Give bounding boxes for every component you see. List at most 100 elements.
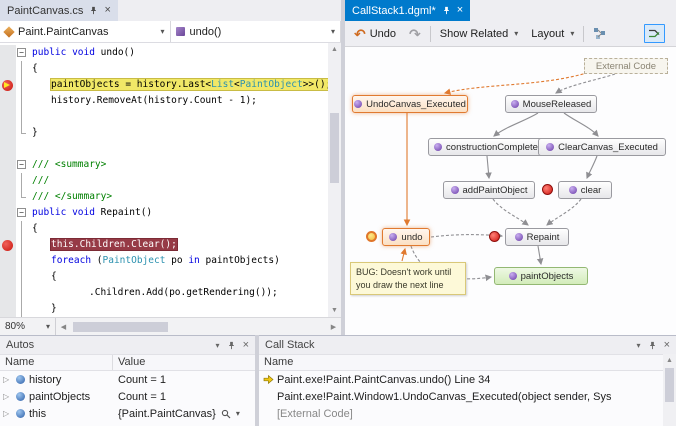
scrollbar-thumb[interactable] — [665, 368, 674, 402]
breakpoint-margin[interactable] — [0, 253, 16, 269]
column-header-name[interactable]: Name — [259, 355, 298, 370]
code-line[interactable]: } — [0, 125, 328, 141]
redo-button[interactable]: ↷ — [405, 26, 425, 42]
current-statement-indicator[interactable] — [0, 77, 16, 93]
collapse-toggle[interactable]: − — [16, 157, 28, 173]
bug-annotation-note[interactable]: BUG: Doesn't work until you draw the nex… — [350, 262, 466, 295]
tab-callstack-dgml[interactable]: CallStack1.dgml* × — [345, 0, 470, 21]
callstack-frame[interactable]: [External Code] — [259, 405, 663, 422]
breakpoint-margin[interactable] — [0, 205, 16, 221]
dgml-graph-canvas[interactable]: UndoCanvas_Executed MouseReleased construc… — [345, 47, 676, 335]
code-line[interactable]: paintObjects = history.Last<List<PaintOb… — [0, 77, 328, 93]
collapse-toggle[interactable]: − — [16, 205, 28, 221]
magnifier-icon[interactable] — [221, 409, 231, 419]
breakpoint-margin[interactable] — [0, 141, 16, 157]
breakpoint-margin[interactable] — [0, 221, 16, 237]
graph-node-undocanvas-executed[interactable]: UndoCanvas_Executed — [352, 95, 468, 113]
code-line[interactable]: .Children.Add(po.getRendering()); — [0, 285, 328, 301]
graph-node-constructioncomplete[interactable]: constructionComplete — [428, 138, 544, 156]
code-line[interactable]: this.Children.Clear(); — [0, 237, 328, 253]
close-icon[interactable]: × — [243, 339, 249, 351]
close-icon[interactable]: × — [664, 339, 670, 351]
autos-row-history[interactable]: ▷historyCount = 1 — [0, 371, 255, 388]
legend-button[interactable] — [589, 25, 610, 42]
scroll-up-icon[interactable]: ▲ — [663, 354, 676, 367]
graph-node-clear[interactable]: clear — [558, 181, 612, 199]
undo-button[interactable]: ↶ Undo — [350, 26, 400, 42]
graph-node-addpaintobject[interactable]: addPaintObject — [443, 181, 535, 199]
collapse-minus-icon[interactable]: − — [17, 48, 26, 57]
code-line[interactable]: /// </summary> — [0, 189, 328, 205]
breakpoint-margin[interactable] — [0, 269, 16, 285]
graph-node-clearcanvas-executed[interactable]: ClearCanvas_Executed — [538, 138, 666, 156]
code-line[interactable]: −public void undo() — [0, 45, 328, 61]
scroll-up-icon[interactable]: ▲ — [328, 43, 341, 56]
callstack-frame[interactable]: Paint.exe!Paint.PaintCanvas.undo() Line … — [259, 371, 663, 388]
expander-icon[interactable]: ▷ — [3, 375, 12, 384]
external-code-group-label[interactable]: External Code — [584, 58, 668, 74]
code-editor[interactable]: −public void undo(){paintObjects = histo… — [0, 43, 328, 317]
breakpoint-margin[interactable] — [0, 45, 16, 61]
scrollbar-thumb[interactable] — [73, 322, 168, 332]
show-related-dropdown[interactable]: Show Related ▾ — [436, 26, 523, 42]
column-header-name[interactable]: Name — [0, 355, 113, 370]
scrollbar-thumb[interactable] — [330, 113, 339, 183]
pin-icon[interactable] — [442, 6, 451, 15]
breakpoint-margin[interactable] — [0, 125, 16, 141]
editor-vertical-scrollbar[interactable]: ▲ ▼ — [328, 43, 341, 317]
breakpoint-indicator[interactable] — [0, 237, 16, 253]
autos-titlebar[interactable]: Autos ▾ × — [0, 336, 255, 354]
breakpoint-margin[interactable] — [0, 61, 16, 77]
expander-icon[interactable]: ▷ — [3, 392, 12, 401]
editor-horizontal-scrollbar[interactable] — [71, 318, 326, 335]
code-line[interactable]: { — [0, 269, 328, 285]
collapse-minus-icon[interactable]: − — [17, 208, 26, 217]
zoom-dropdown[interactable]: 80% ▾ — [0, 318, 56, 335]
breakpoint-margin[interactable] — [0, 157, 16, 173]
code-line[interactable]: foreach (PaintObject po in paintObjects) — [0, 253, 328, 269]
code-line[interactable]: /// — [0, 173, 328, 189]
code-line[interactable] — [0, 109, 328, 125]
visualizer-dropdown-icon[interactable]: ▾ — [236, 409, 240, 418]
graph-node-mousereleased[interactable]: MouseReleased — [505, 95, 597, 113]
code-line[interactable]: } — [0, 301, 328, 317]
code-line[interactable]: −public void Repaint() — [0, 205, 328, 221]
callstack-titlebar[interactable]: Call Stack ▾ × — [259, 336, 676, 354]
breakpoint-margin[interactable] — [0, 109, 16, 125]
callstack-frame[interactable]: Paint.exe!Paint.Window1.UndoCanvas_Execu… — [259, 388, 663, 405]
close-icon[interactable]: × — [457, 5, 463, 16]
type-dropdown[interactable]: Paint.PaintCanvas ▾ — [0, 21, 171, 42]
collapse-toggle[interactable]: − — [16, 45, 28, 61]
scroll-left-icon[interactable]: ◀ — [56, 323, 71, 331]
expander-icon[interactable]: ▷ — [3, 409, 12, 418]
pin-icon[interactable] — [227, 341, 236, 350]
pin-icon[interactable] — [89, 6, 98, 15]
column-header-value[interactable]: Value — [113, 355, 150, 370]
breakpoint-margin[interactable] — [0, 173, 16, 189]
graph-node-paintobjects[interactable]: paintObjects — [494, 267, 588, 285]
member-dropdown[interactable]: undo() ▾ — [171, 21, 342, 42]
auto-layout-toggle[interactable] — [644, 24, 665, 43]
window-position-icon[interactable]: ▾ — [216, 341, 220, 350]
breakpoint-margin[interactable] — [0, 285, 16, 301]
autos-row-this[interactable]: ▷this{Paint.PaintCanvas}▾ — [0, 405, 255, 422]
graph-node-repaint[interactable]: Repaint — [505, 228, 569, 246]
pin-icon[interactable] — [648, 341, 657, 350]
breakpoint-margin[interactable] — [0, 301, 16, 317]
window-position-icon[interactable]: ▾ — [637, 341, 641, 350]
breakpoint-margin[interactable] — [0, 189, 16, 205]
breakpoint-margin[interactable] — [0, 93, 16, 109]
code-line[interactable] — [0, 141, 328, 157]
code-line[interactable]: { — [0, 61, 328, 77]
collapse-minus-icon[interactable]: − — [17, 160, 26, 169]
callstack-vertical-scrollbar[interactable]: ▲ — [663, 354, 676, 426]
code-line[interactable]: −/// <summary> — [0, 157, 328, 173]
code-line[interactable]: history.RemoveAt(history.Count - 1); — [0, 93, 328, 109]
code-line[interactable]: { — [0, 221, 328, 237]
layout-dropdown[interactable]: Layout ▾ — [527, 26, 578, 42]
close-icon[interactable]: × — [104, 5, 110, 16]
scroll-right-icon[interactable]: ▶ — [326, 323, 341, 331]
tab-paintcanvas-cs[interactable]: PaintCanvas.cs × — [0, 0, 118, 21]
scroll-down-icon[interactable]: ▼ — [328, 304, 341, 317]
autos-row-paintObjects[interactable]: ▷paintObjectsCount = 1 — [0, 388, 255, 405]
